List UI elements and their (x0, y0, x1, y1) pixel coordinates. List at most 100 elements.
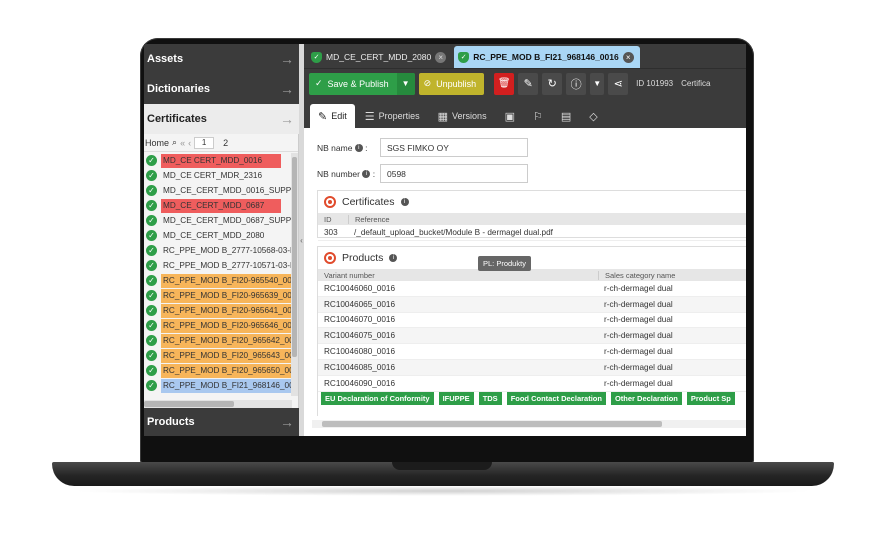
tree-item[interactable]: ✓ RC_PPE_MOD B_FI20-965641_0016 (144, 303, 292, 318)
table-row[interactable]: 303 /_default_upload_bucket/Module B - d… (318, 225, 746, 241)
column-header[interactable]: Sales category name (598, 270, 675, 280)
close-tab-icon[interactable]: × (622, 51, 634, 63)
sales-category: r-ch-dermagel dual (604, 347, 673, 357)
share-button[interactable]: ⋖ (608, 72, 629, 95)
tree-item[interactable]: ✓ RC_PPE_MOD B_FI20_965650_0016 (144, 363, 292, 378)
document-tag-button[interactable]: Product Sp (686, 392, 735, 405)
info-icon[interactable]: i (354, 144, 363, 153)
table-row[interactable]: RC10046085_0016 r-ch-dermagel dual (318, 359, 746, 376)
section-certificates[interactable]: Certificates → (144, 104, 299, 134)
tab-edit[interactable]: ✎ Edit (310, 104, 355, 128)
check-circle-icon: ✓ (146, 260, 157, 271)
certificates-grid-header: ID Reference (318, 213, 746, 225)
document-tag-button[interactable]: EU Declaration of Conformity (321, 392, 434, 405)
search-icon[interactable]: ⌕ (172, 137, 177, 148)
tree-item-label: MD_CE CERT_MDD_0016 (161, 153, 281, 168)
sales-category: r-ch-dermagel dual (604, 299, 673, 309)
tree-item-label: MD_CE_CERT_MDD_0687_SUPPORT (163, 215, 292, 225)
tree-item[interactable]: ✓ RC_PPE_MOD B_FI20_965642_0016 (144, 333, 292, 348)
nb-number-input[interactable]: 0598 (380, 164, 528, 183)
tree-item[interactable]: ✓ RC_PPE_MOD B_FI21_968146_0016 (144, 378, 292, 393)
more-dropdown[interactable]: ▼ (590, 72, 605, 95)
tab-edit-label: Edit (331, 111, 347, 121)
section-products[interactable]: Products → (144, 408, 299, 436)
table-row[interactable]: RC10046080_0016 r-ch-dermagel dual (318, 344, 746, 360)
tree-item[interactable]: ✓ RC_PPE_MOD B_FI20-965639_0016 (144, 288, 292, 303)
tab-notes[interactable]: ▤ (553, 104, 579, 128)
column-header[interactable]: Reference (348, 214, 390, 224)
tab-rc-ppe-mod-b-fi21-968146[interactable]: ✓ RC_PPE_MOD B_FI21_968146_0016 × (454, 46, 640, 68)
table-row[interactable]: RC10046090_0016 r-ch-dermagel dual (318, 376, 746, 392)
document-tag-button[interactable]: Food Contact Declaration (506, 392, 606, 405)
document-tag-button[interactable]: TDS (478, 392, 502, 405)
reload-button[interactable]: ↻ (542, 72, 563, 95)
unpublish-button[interactable]: ⊘ Unpublish (418, 72, 485, 95)
document-tag-button[interactable]: IFUPPE (438, 392, 474, 405)
info-icon[interactable]: i (362, 170, 371, 179)
products-header: Products i (318, 247, 746, 269)
certificates-title: Certificates (342, 196, 395, 208)
save-options-dropdown[interactable]: ▼ (396, 72, 415, 95)
tree-item[interactable]: ✓ RC_PPE_MOD B_FI20_965643_0016 (144, 348, 292, 363)
arrow-right-icon: → (280, 111, 294, 127)
content-horizontal-scrollbar[interactable] (312, 420, 746, 428)
tab-properties[interactable]: ☰ Properties (357, 104, 428, 128)
table-row[interactable]: RC10046065_0016 r-ch-dermagel dual (318, 296, 746, 313)
tree-vertical-scrollbar[interactable] (291, 153, 298, 396)
info-icon[interactable]: i (389, 254, 398, 262)
collapse-left-icon[interactable]: ‹ (300, 236, 303, 245)
tree-item[interactable]: ✓ MD_CE CERT_MDR_2316 (144, 168, 292, 183)
tree-item[interactable]: ✓ MD_CE CERT_MDD_0016 (144, 153, 292, 168)
sliders-icon: ☰ (364, 110, 375, 123)
tree-item[interactable]: ✓ MD_CE_CERT_MDD_0687 (144, 198, 292, 213)
table-row[interactable]: RC10046060_0016 r-ch-dermagel dual (318, 281, 746, 297)
editor-panel: ✓ MD_CE_CERT_MDD_2080 × ✓ RC_PPE_MOD B_F… (304, 44, 746, 436)
document-tag-buttons: EU Declaration of Conformity IFUPPE TDS Foo… (321, 392, 735, 405)
left-navigation: Assets → Dictionaries → Certificates → H… (144, 44, 299, 436)
column-header[interactable]: ID (318, 215, 348, 224)
tree-item[interactable]: ✓ RC_PPE_MOD B_FI20-965646_0016 (144, 318, 292, 333)
column-header[interactable]: Variant number (318, 271, 598, 280)
products-panel: Products i Variant number Sales category… (317, 246, 746, 416)
rename-button[interactable]: ✎ (518, 72, 539, 95)
previous-page-icon[interactable]: ‹ (188, 138, 191, 148)
tab-md-ce-cert-mdd-2080[interactable]: ✓ MD_CE_CERT_MDD_2080 × (307, 46, 452, 68)
section-assets[interactable]: Assets → (144, 44, 299, 74)
tab-schedule[interactable]: ▣ (497, 104, 523, 128)
tree-item-label: RC_PPE_MOD B_FI20-965641_0016 (161, 303, 292, 318)
document-tag-button[interactable]: Other Declaration (610, 392, 682, 405)
close-tab-icon[interactable]: × (435, 51, 447, 63)
tree-horizontal-scrollbar[interactable] (144, 400, 292, 408)
table-row[interactable]: RC10046075_0016 r-ch-dermagel dual (318, 328, 746, 345)
arrow-right-icon: → (280, 51, 294, 67)
delete-button[interactable]: 🗑 (494, 72, 515, 95)
tab-label: MD_CE_CERT_MDD_2080 (326, 52, 432, 62)
tree-item[interactable]: ✓ RC_PPE_MOD B_2777-10571-03-E0 (144, 258, 292, 273)
object-id: ID 101993 (636, 79, 674, 88)
first-page-icon[interactable]: « (180, 138, 185, 148)
tree-item[interactable]: ✓ MD_CE_CERT_MDD_0016_SUPPORT (144, 183, 292, 198)
tab-tags[interactable]: ◇ (581, 104, 605, 128)
trash-icon: 🗑 (497, 78, 511, 89)
info-icon[interactable]: i (400, 198, 409, 206)
tree-item-label: RC_PPE_MOD B_FI20-965646_0016 (161, 318, 292, 333)
save-publish-button[interactable]: ✓ Save & Publish ▼ (309, 72, 415, 95)
section-dictionaries[interactable]: Dictionaries → (144, 74, 299, 104)
tab-bookmarks[interactable]: ⚐ (525, 104, 551, 128)
tab-versions[interactable]: ▦ Versions (430, 104, 495, 128)
tree-item[interactable]: ✓ MD_CE_CERT_MDD_0687_SUPPORT (144, 213, 292, 228)
variant-number: RC10046080_0016 (324, 347, 396, 357)
tab-properties-label: Properties (378, 111, 420, 121)
info-button[interactable]: ⓘ (566, 72, 587, 95)
nb-name-input[interactable]: SGS FIMKO OY (380, 138, 528, 157)
laptop-shadow (70, 486, 816, 496)
tree-item[interactable]: ✓ RC_PPE_MOD B_FI20-965540_0016 (144, 273, 292, 288)
tree-item[interactable]: ✓ MD_CE_CERT_MDD_2080 (144, 228, 292, 243)
tree-item[interactable]: ✓ RC_PPE_MOD B_2777-10568-03-E0 (144, 243, 292, 258)
tree-item-label: RC_PPE_MOD B_FI20_965642_0016 (161, 333, 292, 348)
page-input[interactable]: 1 (194, 136, 215, 149)
shield-check-icon: ✓ (311, 51, 322, 63)
check-icon: ✓ (315, 78, 323, 88)
table-row[interactable]: RC10046070_0016 r-ch-dermagel dual (318, 313, 746, 329)
home-link[interactable]: Home (145, 138, 169, 148)
